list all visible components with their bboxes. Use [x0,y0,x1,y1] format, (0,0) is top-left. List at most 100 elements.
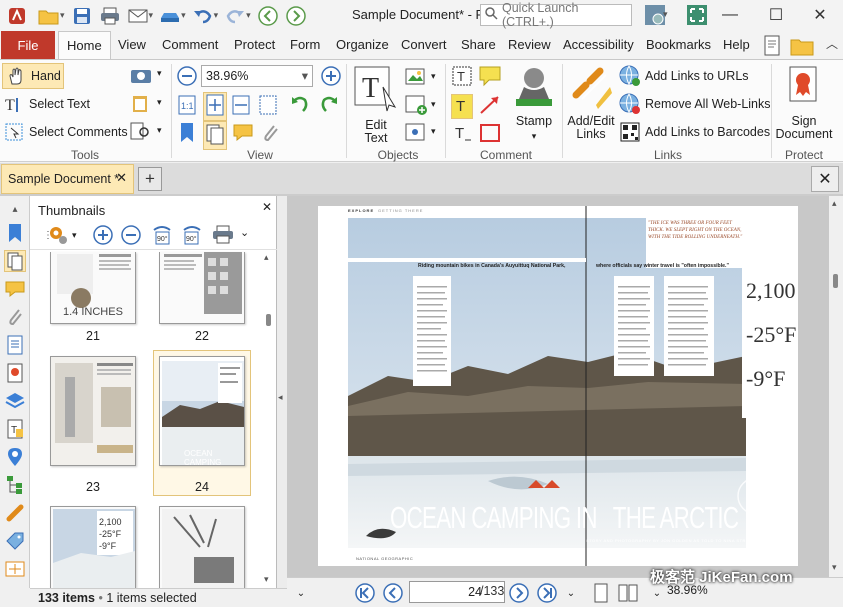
file-menu-button[interactable]: File [1,31,55,59]
redo-dropdown-chevron-icon[interactable]: ▾ [246,10,251,21]
scroll-thumb[interactable] [266,314,271,326]
two-page-view-icon[interactable] [618,583,638,603]
redo-icon[interactable] [224,5,246,27]
document-scrollbar[interactable]: ▴ ▾ [829,196,843,577]
bookmarks-panel-icon[interactable] [4,222,26,244]
tab-comment[interactable]: Comment [162,37,218,52]
thumbnail-options-gear-icon[interactable] [46,224,70,246]
stamp-dropdown-chevron-icon[interactable]: ▾ [532,131,537,141]
previous-page-icon[interactable] [383,583,403,603]
rotate-right-90-icon[interactable]: 90° [180,224,204,246]
tags-panel-icon[interactable] [4,530,26,552]
pages-panel-icon[interactable] [203,121,227,150]
tab-protect[interactable]: Protect [234,37,275,52]
hand-tool-button[interactable]: Hand [2,63,64,89]
shape-dropdown-chevron-icon[interactable]: ▾ [431,99,436,110]
scan-dropdown-chevron-icon[interactable]: ▾ [181,10,186,21]
thumbnails-scrollbar[interactable]: ▴ ▾ [264,252,274,586]
stamp-button[interactable]: Stamp ▾ [510,65,558,143]
single-page-view-icon[interactable] [591,583,611,603]
first-page-icon[interactable] [355,583,375,603]
tab-help[interactable]: Help [723,37,750,52]
clipboard-icon[interactable] [130,93,150,116]
print-pages-icon[interactable] [211,224,235,246]
maximize-button[interactable]: ☐ [753,0,799,30]
tab-bookmarks[interactable]: Bookmarks [646,37,711,52]
document-properties-icon[interactable] [4,334,26,356]
open-folder-icon[interactable] [38,5,60,27]
close-tab-icon[interactable]: ✕ [116,170,127,186]
fields-panel-icon[interactable]: T [4,418,26,440]
page-thumbnail-23[interactable] [50,356,136,466]
collapse-ribbon-icon[interactable]: ︿ [826,35,838,52]
back-icon[interactable] [257,5,279,27]
collapse-panel-icon[interactable]: ◂ [278,392,283,403]
location-pin-icon[interactable] [4,446,26,468]
arrow-tool-icon[interactable] [478,94,502,119]
comments-panel-icon[interactable] [232,122,254,147]
more-tools-chevron-icon[interactable]: ⌄ [240,226,249,239]
page-thumbnail-21[interactable]: 1.4 INCHES [50,252,136,324]
quick-launch-input[interactable]: Quick Launch (CTRL+.) [480,1,632,29]
undo-icon[interactable] [192,5,214,27]
close-document-button[interactable]: ✕ [811,166,839,192]
find-dropdown-chevron-icon[interactable]: ▾ [157,125,162,136]
object-dropdown-chevron-icon[interactable]: ▾ [431,126,436,137]
close-panel-icon[interactable]: ✕ [262,200,272,214]
tab-organize[interactable]: Organize [336,37,389,52]
attachments-icon[interactable] [260,122,282,147]
zoom-out-icon[interactable] [176,65,198,90]
thumbnail-options-dropdown-chevron-icon[interactable]: ▾ [72,230,77,241]
zoom-in-icon[interactable] [320,65,342,90]
page-thumbnail-24[interactable]: OCEAN CAMPING [159,356,245,466]
enlarge-thumbnails-icon[interactable] [91,224,115,246]
document-view[interactable]: EXPLORE GETTING THERE "THE ICE WAS THREE… [287,196,843,577]
fit-page-icon[interactable] [203,92,227,121]
scan-icon[interactable] [159,5,181,27]
fit-width-icon[interactable] [231,94,251,119]
add-edit-links-button[interactable]: Add/Edit Links [565,65,617,141]
reduce-thumbnails-icon[interactable] [119,224,143,246]
panel-splitter[interactable]: ◂ [277,196,287,588]
find-icon[interactable] [130,121,152,144]
page-thumbnail-22[interactable] [159,252,245,324]
email-icon[interactable] [127,5,149,27]
sign-document-button[interactable]: Sign Document [775,65,833,141]
rotate-left-icon[interactable] [289,94,311,119]
scroll-down-icon[interactable]: ▾ [264,574,269,585]
image-dropdown-chevron-icon[interactable]: ▾ [431,71,436,82]
zoom-level-select[interactable]: 38.96% [201,65,313,87]
page-layout-chevron-icon[interactable]: ⌄ [561,583,581,603]
email-dropdown-chevron-icon[interactable]: ▾ [149,10,154,21]
thumbnails-panel-icon[interactable] [4,250,26,272]
tab-share[interactable]: Share [461,37,496,52]
tab-convert[interactable]: Convert [401,37,447,52]
page-number-input[interactable]: 24 /133 [409,581,505,603]
folder-settings-icon[interactable] [790,35,814,60]
snapshot-dropdown-chevron-icon[interactable]: ▾ [157,68,162,79]
tab-form[interactable]: Form [290,37,320,52]
scroll-up-icon[interactable]: ▴ [264,252,269,263]
print-icon[interactable] [99,5,121,27]
page-thumbnail-26[interactable] [159,506,245,588]
add-links-to-urls-button[interactable]: Add Links to URLs [619,65,749,87]
nav-menu-chevron-icon[interactable]: ⌄ [291,583,311,603]
callout-icon[interactable]: T [451,122,473,147]
sticky-note-icon[interactable] [478,65,502,90]
snapshot-camera-icon[interactable] [130,66,152,87]
strip-scroll-up-icon[interactable]: ▴ [4,198,26,220]
select-text-button[interactable]: T Select Text [3,93,90,115]
close-window-button[interactable]: ✕ [797,0,843,30]
save-icon[interactable] [71,5,93,27]
comments-list-icon[interactable] [4,278,26,300]
document-tab[interactable]: Sample Document * ✕ [1,164,134,194]
attachment-icon[interactable] [4,306,26,328]
structure-tree-icon[interactable] [4,474,26,496]
links-panel-icon[interactable] [4,502,26,524]
select-comments-button[interactable]: Select Comments [3,121,128,143]
new-tab-button[interactable]: + [138,167,162,191]
typewriter-icon[interactable]: T [451,65,473,90]
clipboard-dropdown-chevron-icon[interactable]: ▾ [157,97,162,108]
doc-scroll-down-icon[interactable]: ▾ [832,562,837,573]
edit-text-button[interactable]: T Edit Text [351,65,401,145]
